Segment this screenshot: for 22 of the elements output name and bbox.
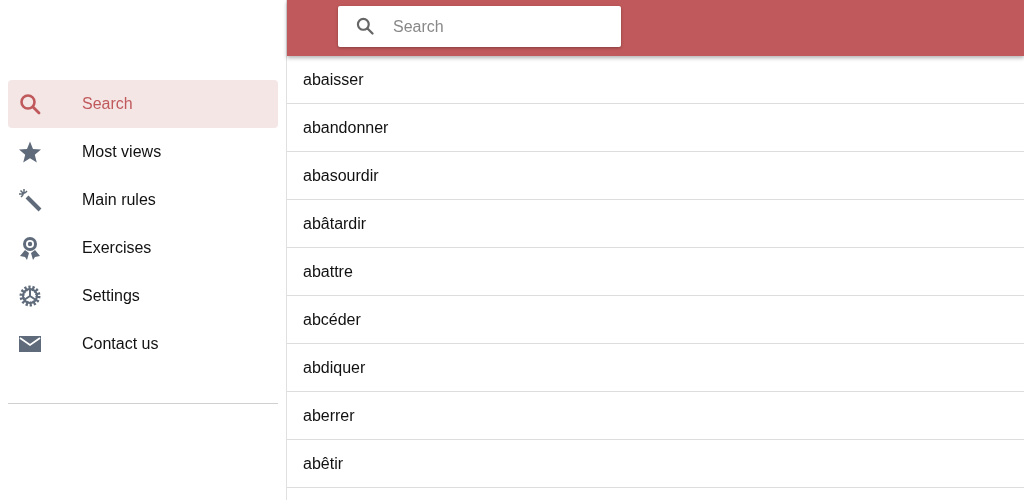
word-list-item[interactable]: abêtir [303,451,344,476]
sidebar-item[interactable]: Most views [8,128,278,176]
award-ribbon-icon [18,236,42,260]
settings-icon [18,284,42,308]
search-field[interactable]: Search [338,6,621,47]
sidebar-item[interactable]: Contact us [8,320,278,368]
magic-wand-icon [18,188,42,212]
sidebar-item[interactable]: Exercises [8,224,278,272]
word-list-item[interactable]: abaisser [303,67,364,92]
search-icon [355,16,375,36]
word-list-item[interactable]: abasourdir [303,163,379,188]
word-list-item[interactable]: abdiquer [303,355,366,380]
word-list-item[interactable]: abâtardir [303,211,367,236]
star-icon [18,140,42,164]
word-list-item[interactable]: abattre [303,259,353,284]
sidebar-item[interactable]: Main rules [8,176,278,224]
sidebar-item[interactable]: Settings [8,272,278,320]
sidebar-item[interactable]: Search [8,80,278,128]
word-list-item[interactable]: abandonner [303,115,389,140]
search-icon [18,92,42,116]
word-list-item[interactable]: abcéder [303,307,361,332]
word-list-item[interactable]: aberrer [303,403,355,428]
